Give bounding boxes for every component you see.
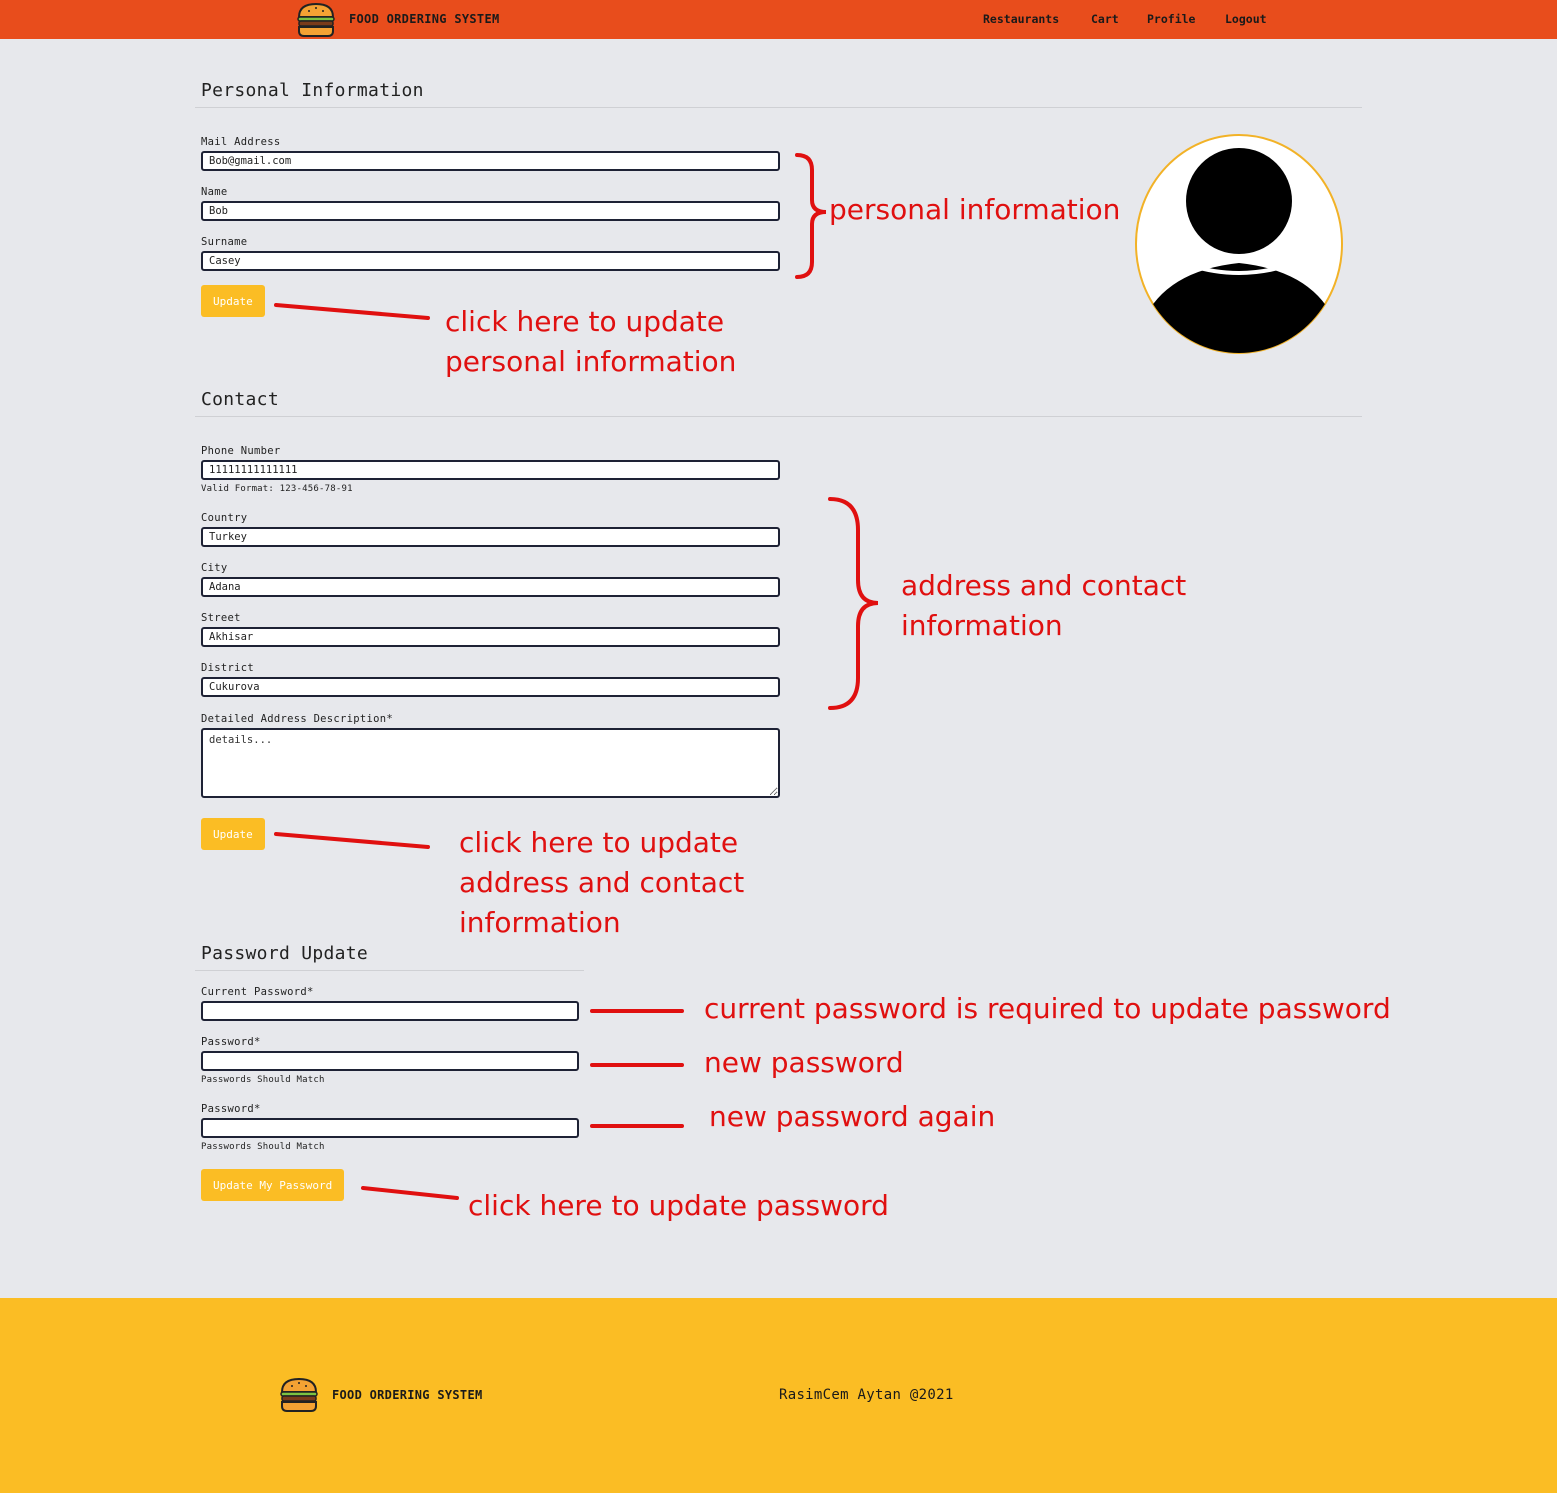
annotation-current-password: current password is required to update p… bbox=[704, 992, 1391, 1025]
annotation-update-address-2: address and contact bbox=[459, 866, 745, 899]
update-personal-arrow bbox=[274, 303, 430, 320]
contact-info-brace bbox=[828, 497, 879, 710]
personal-info-brace bbox=[795, 153, 827, 279]
update-contact-arrow bbox=[274, 832, 430, 849]
update-password-arrow bbox=[361, 1186, 459, 1200]
annotation-new-password: new password bbox=[704, 1046, 904, 1079]
annotation-overlay bbox=[274, 153, 879, 1200]
footer-brand-name[interactable]: FOOD ORDERING SYSTEM bbox=[332, 1388, 483, 1402]
footer-burger-logo-icon[interactable] bbox=[279, 1377, 319, 1413]
annotation-update-personal-2: personal information bbox=[445, 345, 737, 378]
annotation-new-password-again: new password again bbox=[709, 1100, 996, 1133]
annotation-update-password: click here to update password bbox=[468, 1189, 889, 1222]
annotation-update-personal-1: click here to update bbox=[445, 305, 725, 338]
annotation-address-2: information bbox=[901, 609, 1063, 642]
footer-copyright: RasimCem Aytan @2021 bbox=[779, 1387, 954, 1403]
annotation-personal-info: personal information bbox=[829, 193, 1121, 226]
annotation-address-1: address and contact bbox=[901, 569, 1187, 602]
annotation-update-address-1: click here to update bbox=[459, 826, 739, 859]
annotation-update-address-3: information bbox=[459, 906, 621, 939]
